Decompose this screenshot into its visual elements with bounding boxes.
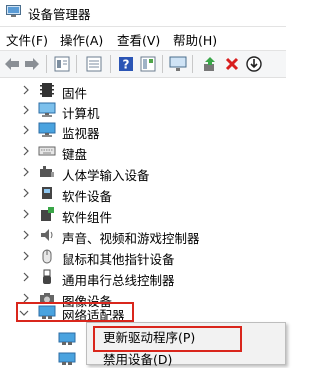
- menu-help[interactable]: 帮助(H): [173, 30, 217, 49]
- toolbar-divider: [76, 55, 77, 73]
- tree-item-label: 键盘: [62, 147, 88, 162]
- chevron-right-icon[interactable]: [20, 145, 32, 157]
- keyboard-icon: [38, 146, 56, 156]
- title-bar: 设备管理器: [0, 0, 286, 26]
- chevron-right-icon[interactable]: [20, 166, 32, 178]
- forward-button[interactable]: [22, 54, 42, 74]
- speaker-icon: [41, 229, 53, 241]
- tree-item-label: 监视器: [62, 126, 100, 141]
- list-view-icon: [86, 56, 102, 72]
- tree-item-label: 人体学输入设备: [62, 168, 150, 183]
- chevron-right-icon[interactable]: [20, 187, 32, 199]
- menu-bar: 文件(F) 操作(A) 查看(V) 帮助(H): [0, 27, 286, 49]
- panel-icon: [140, 56, 156, 72]
- highlight-box: [93, 326, 242, 352]
- computer-icon: [38, 102, 56, 117]
- toolbar-divider: [162, 55, 163, 73]
- chevron-right-icon[interactable]: [20, 84, 32, 96]
- tree-item-label: 软件设备: [62, 189, 113, 204]
- software-component-icon: [41, 207, 54, 221]
- tree-item-usb[interactable]: 通用串行总线控制器: [0, 267, 286, 289]
- update-driver-icon: [204, 57, 215, 71]
- tree-item-label: 通用串行总线控制器: [62, 273, 175, 288]
- chevron-right-icon[interactable]: [20, 250, 32, 262]
- download-button[interactable]: [244, 54, 264, 74]
- menu-action[interactable]: 操作(A): [60, 30, 103, 49]
- properties-button[interactable]: [52, 54, 72, 74]
- mouse-icon: [42, 249, 52, 264]
- tree-item-mouse[interactable]: 鼠标和其他指针设备: [0, 246, 286, 268]
- tree-item-software-device[interactable]: 软件设备: [0, 183, 286, 205]
- tree-item-label: 软件组件: [62, 210, 113, 225]
- monitor-icon: [38, 122, 56, 137]
- tree-item-computer[interactable]: 计算机: [0, 100, 286, 122]
- chevron-right-icon[interactable]: [20, 124, 32, 136]
- back-button[interactable]: [2, 54, 22, 74]
- usb-icon: [43, 269, 51, 284]
- tree-item-firmware[interactable]: 固件: [0, 80, 286, 102]
- window-title: 设备管理器: [28, 7, 91, 22]
- scan-hardware-button[interactable]: [168, 54, 188, 74]
- software-device-icon: [42, 187, 52, 199]
- toolbar-divider: [192, 55, 193, 73]
- tree-item-keyboard[interactable]: 键盘: [0, 141, 286, 163]
- download-circle-icon: [246, 56, 262, 72]
- panel-button[interactable]: [138, 54, 158, 74]
- hid-icon: [40, 166, 54, 177]
- update-driver-button[interactable]: [200, 54, 220, 74]
- tree-item-sound[interactable]: 声音、视频和游戏控制器: [0, 225, 286, 247]
- toolbar-divider: [46, 55, 47, 73]
- help-button[interactable]: ?: [116, 54, 136, 74]
- help-icon: ?: [119, 57, 133, 72]
- forward-arrow-icon: [25, 58, 39, 70]
- chevron-right-icon[interactable]: [20, 229, 32, 241]
- device-manager-icon: [6, 5, 21, 17]
- back-arrow-icon: [5, 58, 19, 70]
- tree-item-label: 鼠标和其他指针设备: [62, 252, 175, 267]
- firmware-chip-icon: [40, 83, 54, 97]
- uninstall-x-icon: [225, 57, 239, 71]
- toolbar-divider: [110, 55, 111, 73]
- highlight-box: [16, 302, 134, 322]
- monitor-scan-icon: [169, 56, 187, 71]
- properties-icon: [54, 56, 70, 72]
- chevron-right-icon[interactable]: [20, 104, 32, 116]
- toolbar: ?: [0, 51, 286, 78]
- menu-file[interactable]: 文件(F): [6, 30, 48, 49]
- network-adapter-icon: [58, 352, 76, 365]
- list-view-button[interactable]: [84, 54, 104, 74]
- menu-view[interactable]: 查看(V): [117, 30, 160, 49]
- tree-item-software-component[interactable]: 软件组件: [0, 204, 286, 226]
- uninstall-button[interactable]: [222, 54, 242, 74]
- network-adapter-icon: [58, 332, 76, 345]
- tree-item-label: 声音、视频和游戏控制器: [62, 231, 200, 246]
- tree-item-hid[interactable]: 人体学输入设备: [0, 162, 286, 184]
- chevron-right-icon[interactable]: [20, 208, 32, 220]
- svg-text:?: ?: [123, 58, 130, 72]
- chevron-right-icon[interactable]: [20, 271, 32, 283]
- tree-item-monitor[interactable]: 监视器: [0, 120, 286, 142]
